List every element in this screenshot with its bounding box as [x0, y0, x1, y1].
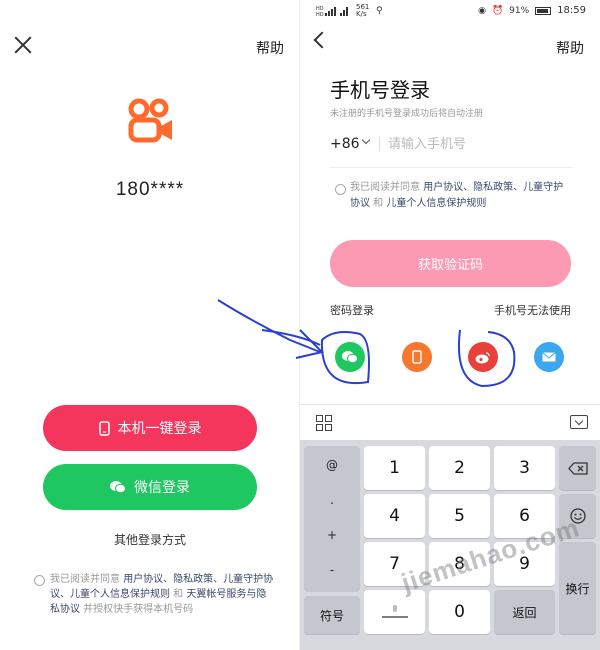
- page-subtitle: 未注册的手机号登录成功后将自动注册: [330, 109, 484, 119]
- child-privacy-link[interactable]: 儿童个人信息保护规则: [386, 198, 486, 209]
- agreement-checkbox-right[interactable]: [335, 184, 346, 195]
- weibo-icon: [475, 351, 490, 363]
- password-login-link[interactable]: 密码登录: [330, 302, 374, 318]
- phone-icon: [98, 420, 110, 436]
- kuaishou-logo-icon: [128, 98, 172, 143]
- phone-icon: [412, 350, 422, 364]
- help-link[interactable]: 帮助: [256, 38, 284, 58]
- return-key[interactable]: 返回: [494, 590, 555, 634]
- one-click-login-button[interactable]: 本机一键登录: [43, 405, 257, 451]
- status-signal-group: HD HD 561 K/s ⚲: [316, 4, 383, 18]
- keyboard-toolbar: [300, 404, 600, 440]
- battery-icon: [535, 6, 552, 15]
- agreement-prefix-right: 我已阅读并同意: [350, 182, 424, 193]
- key-1[interactable]: 1: [364, 446, 425, 490]
- symbol-plus-key[interactable]: +: [304, 528, 360, 542]
- agreement-mid-right: 和: [370, 198, 387, 209]
- key-3[interactable]: 3: [494, 446, 555, 490]
- keyboard-hide-icon[interactable]: [570, 415, 588, 429]
- symbol-minus-key[interactable]: -: [304, 563, 360, 577]
- other-login-methods-link[interactable]: 其他登录方式: [0, 531, 300, 548]
- symbol-key[interactable]: 符号: [304, 596, 360, 634]
- status-right-group: ◉ ⏰ 91% 18:59: [478, 5, 586, 16]
- get-verification-code-button[interactable]: 获取验证码: [330, 240, 571, 287]
- alarm-icon: ⏰: [491, 5, 504, 16]
- agreement-prefix: 我已阅读并同意: [50, 574, 124, 585]
- input-underline: [330, 167, 572, 168]
- clock-time: 18:59: [557, 5, 586, 16]
- microphone-icon: [381, 605, 408, 618]
- one-click-login-label: 本机一键登录: [117, 421, 202, 437]
- mail-icon: [542, 352, 556, 362]
- net-speed: 561 K/s: [356, 3, 370, 18]
- chevron-down-icon[interactable]: [361, 135, 371, 145]
- wechat-login-label: 微信登录: [134, 480, 190, 496]
- close-icon[interactable]: [12, 34, 34, 56]
- weibo-icon-button[interactable]: [468, 342, 498, 372]
- symbol-at-key[interactable]: @: [304, 458, 360, 472]
- input-separator: [379, 137, 380, 151]
- phone-unavailable-link[interactable]: 手机号无法使用: [494, 302, 571, 318]
- phone-icon-button[interactable]: [402, 342, 432, 372]
- wechat-icon: [342, 351, 358, 364]
- key-0[interactable]: 0: [429, 590, 490, 634]
- agreement-mid: 和: [170, 589, 187, 600]
- symbol-dot-key[interactable]: .: [304, 493, 360, 507]
- key-5[interactable]: 5: [429, 494, 490, 538]
- help-link-right[interactable]: 帮助: [556, 38, 584, 58]
- status-bar: HD HD 561 K/s ⚲ ◉ ⏰ 91% 18:59: [300, 0, 600, 22]
- wechat-login-button[interactable]: 微信登录: [43, 464, 257, 510]
- wechat-icon-button[interactable]: [335, 342, 365, 372]
- country-code-select[interactable]: +86: [330, 136, 360, 152]
- phone-number-input[interactable]: [388, 133, 568, 155]
- keyboard-menu-icon[interactable]: [316, 415, 332, 431]
- signal-icon: HDHD: [316, 6, 348, 17]
- svg-text:HD: HD: [316, 12, 324, 17]
- mail-icon-button[interactable]: [534, 342, 564, 372]
- back-arrow-icon[interactable]: [313, 31, 331, 49]
- masked-phone-number: 180****: [115, 179, 185, 200]
- usb-icon: ⚲: [376, 6, 383, 16]
- page-title: 手机号登录: [330, 78, 430, 102]
- space-key[interactable]: [364, 590, 425, 634]
- agreement-checkbox[interactable]: [34, 575, 45, 586]
- key-4[interactable]: 4: [364, 494, 425, 538]
- eye-icon: ◉: [478, 5, 486, 16]
- agreement-text-right: 我已阅读并同意 用户协议、隐私政策、儿童守护协议 和 儿童个人信息保护规则: [350, 180, 572, 212]
- backspace-key[interactable]: [559, 446, 596, 490]
- backspace-icon: [567, 461, 588, 475]
- newline-key[interactable]: 换行: [559, 542, 596, 634]
- agreement-text: 我已阅读并同意 用户协议、隐私政策、儿童守护协议、儿童个人信息保护规则 和 天翼…: [50, 572, 275, 617]
- agreement-suffix: 并授权快手获得本机号码: [80, 604, 194, 615]
- wechat-icon: [110, 481, 126, 494]
- key-2[interactable]: 2: [429, 446, 490, 490]
- symbol-column[interactable]: @ . + -: [304, 446, 360, 592]
- battery-percent: 91%: [509, 5, 530, 16]
- left-login-screen: 帮助 180**** 本机一键登录 微信登录 其他登录方式 我已阅读并同意 用户…: [0, 0, 300, 650]
